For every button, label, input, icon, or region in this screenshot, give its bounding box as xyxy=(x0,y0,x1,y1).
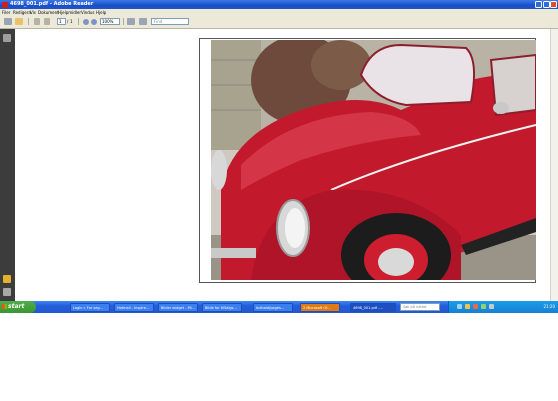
security-icon[interactable] xyxy=(473,304,478,309)
menu-tools[interactable]: Hjelpmidler xyxy=(58,10,81,15)
page-total: 1 xyxy=(70,19,73,24)
menu-view[interactable]: Vis xyxy=(30,10,36,15)
prev-page-icon[interactable] xyxy=(34,18,40,25)
navigation-panel xyxy=(0,29,15,301)
select-icon[interactable] xyxy=(127,18,135,25)
update-icon[interactable] xyxy=(481,304,486,309)
next-page-icon[interactable] xyxy=(44,18,50,25)
attachments-icon[interactable] xyxy=(3,288,11,296)
comments-icon[interactable] xyxy=(3,275,11,283)
start-button[interactable]: start xyxy=(0,301,36,313)
minimize-button[interactable] xyxy=(535,1,542,8)
car-photo xyxy=(211,40,536,280)
toolbar-separator xyxy=(123,18,124,25)
print-icon[interactable] xyxy=(4,18,12,25)
taskbar-item[interactable]: Hotmail - Inspire... xyxy=(114,302,154,312)
taskbar: start Login » For seg... Hotmail - Inspi… xyxy=(0,301,558,313)
find-input[interactable]: Find xyxy=(151,18,189,25)
system-tray: 21:20 xyxy=(448,301,558,313)
taskbar-search-input[interactable]: Søk på nettet xyxy=(400,303,440,311)
menu-help[interactable]: Hjelp xyxy=(96,10,106,15)
menu-edit[interactable]: Redigera xyxy=(13,10,31,15)
taskbar-item-active[interactable]: 4698_001.pdf -... xyxy=(350,302,396,312)
snapshot-icon[interactable] xyxy=(139,18,147,25)
taskbar-item[interactable]: Login » For seg... xyxy=(70,302,110,312)
zoom-in-icon[interactable] xyxy=(91,19,97,25)
menu-file[interactable]: Filer xyxy=(2,10,10,15)
email-icon[interactable] xyxy=(15,18,23,25)
close-button[interactable] xyxy=(550,1,557,8)
taskbar-item[interactable]: Bilde for tilSalgs... xyxy=(202,302,242,312)
taskbar-item[interactable]: Bilder widget - Mi... xyxy=(158,302,198,312)
adobe-reader-icon xyxy=(2,1,8,8)
network-icon[interactable] xyxy=(457,304,462,309)
pages-panel-icon[interactable] xyxy=(3,34,11,42)
tray-app-icon[interactable] xyxy=(489,304,494,309)
page-separator: / xyxy=(67,19,69,24)
page-number-input[interactable]: 1 xyxy=(57,18,66,25)
taskbar-item[interactable]: Indhold/pages... xyxy=(253,302,293,312)
menu-document[interactable]: Dokument xyxy=(38,10,59,15)
menu-window[interactable]: Vindus xyxy=(81,10,94,15)
maximize-button[interactable] xyxy=(543,1,550,8)
taskbar-item[interactable]: 2 Microsoft Of... xyxy=(300,302,340,312)
toolbar-separator xyxy=(78,18,79,25)
toolbar: 1 / 1 100% Find xyxy=(0,15,558,29)
zoom-select[interactable]: 100% xyxy=(100,18,120,25)
vertical-scrollbar[interactable] xyxy=(550,29,558,301)
title-bar: 4698_001.pdf - Adobe Reader xyxy=(0,0,558,9)
clock: 21:20 xyxy=(543,304,555,309)
toolbar-separator xyxy=(28,18,29,25)
windows-logo-icon xyxy=(2,304,7,309)
window-title: 4698_001.pdf - Adobe Reader xyxy=(10,1,94,7)
volume-icon[interactable] xyxy=(465,304,470,309)
start-label: start xyxy=(8,303,25,310)
zoom-out-icon[interactable] xyxy=(83,19,89,25)
